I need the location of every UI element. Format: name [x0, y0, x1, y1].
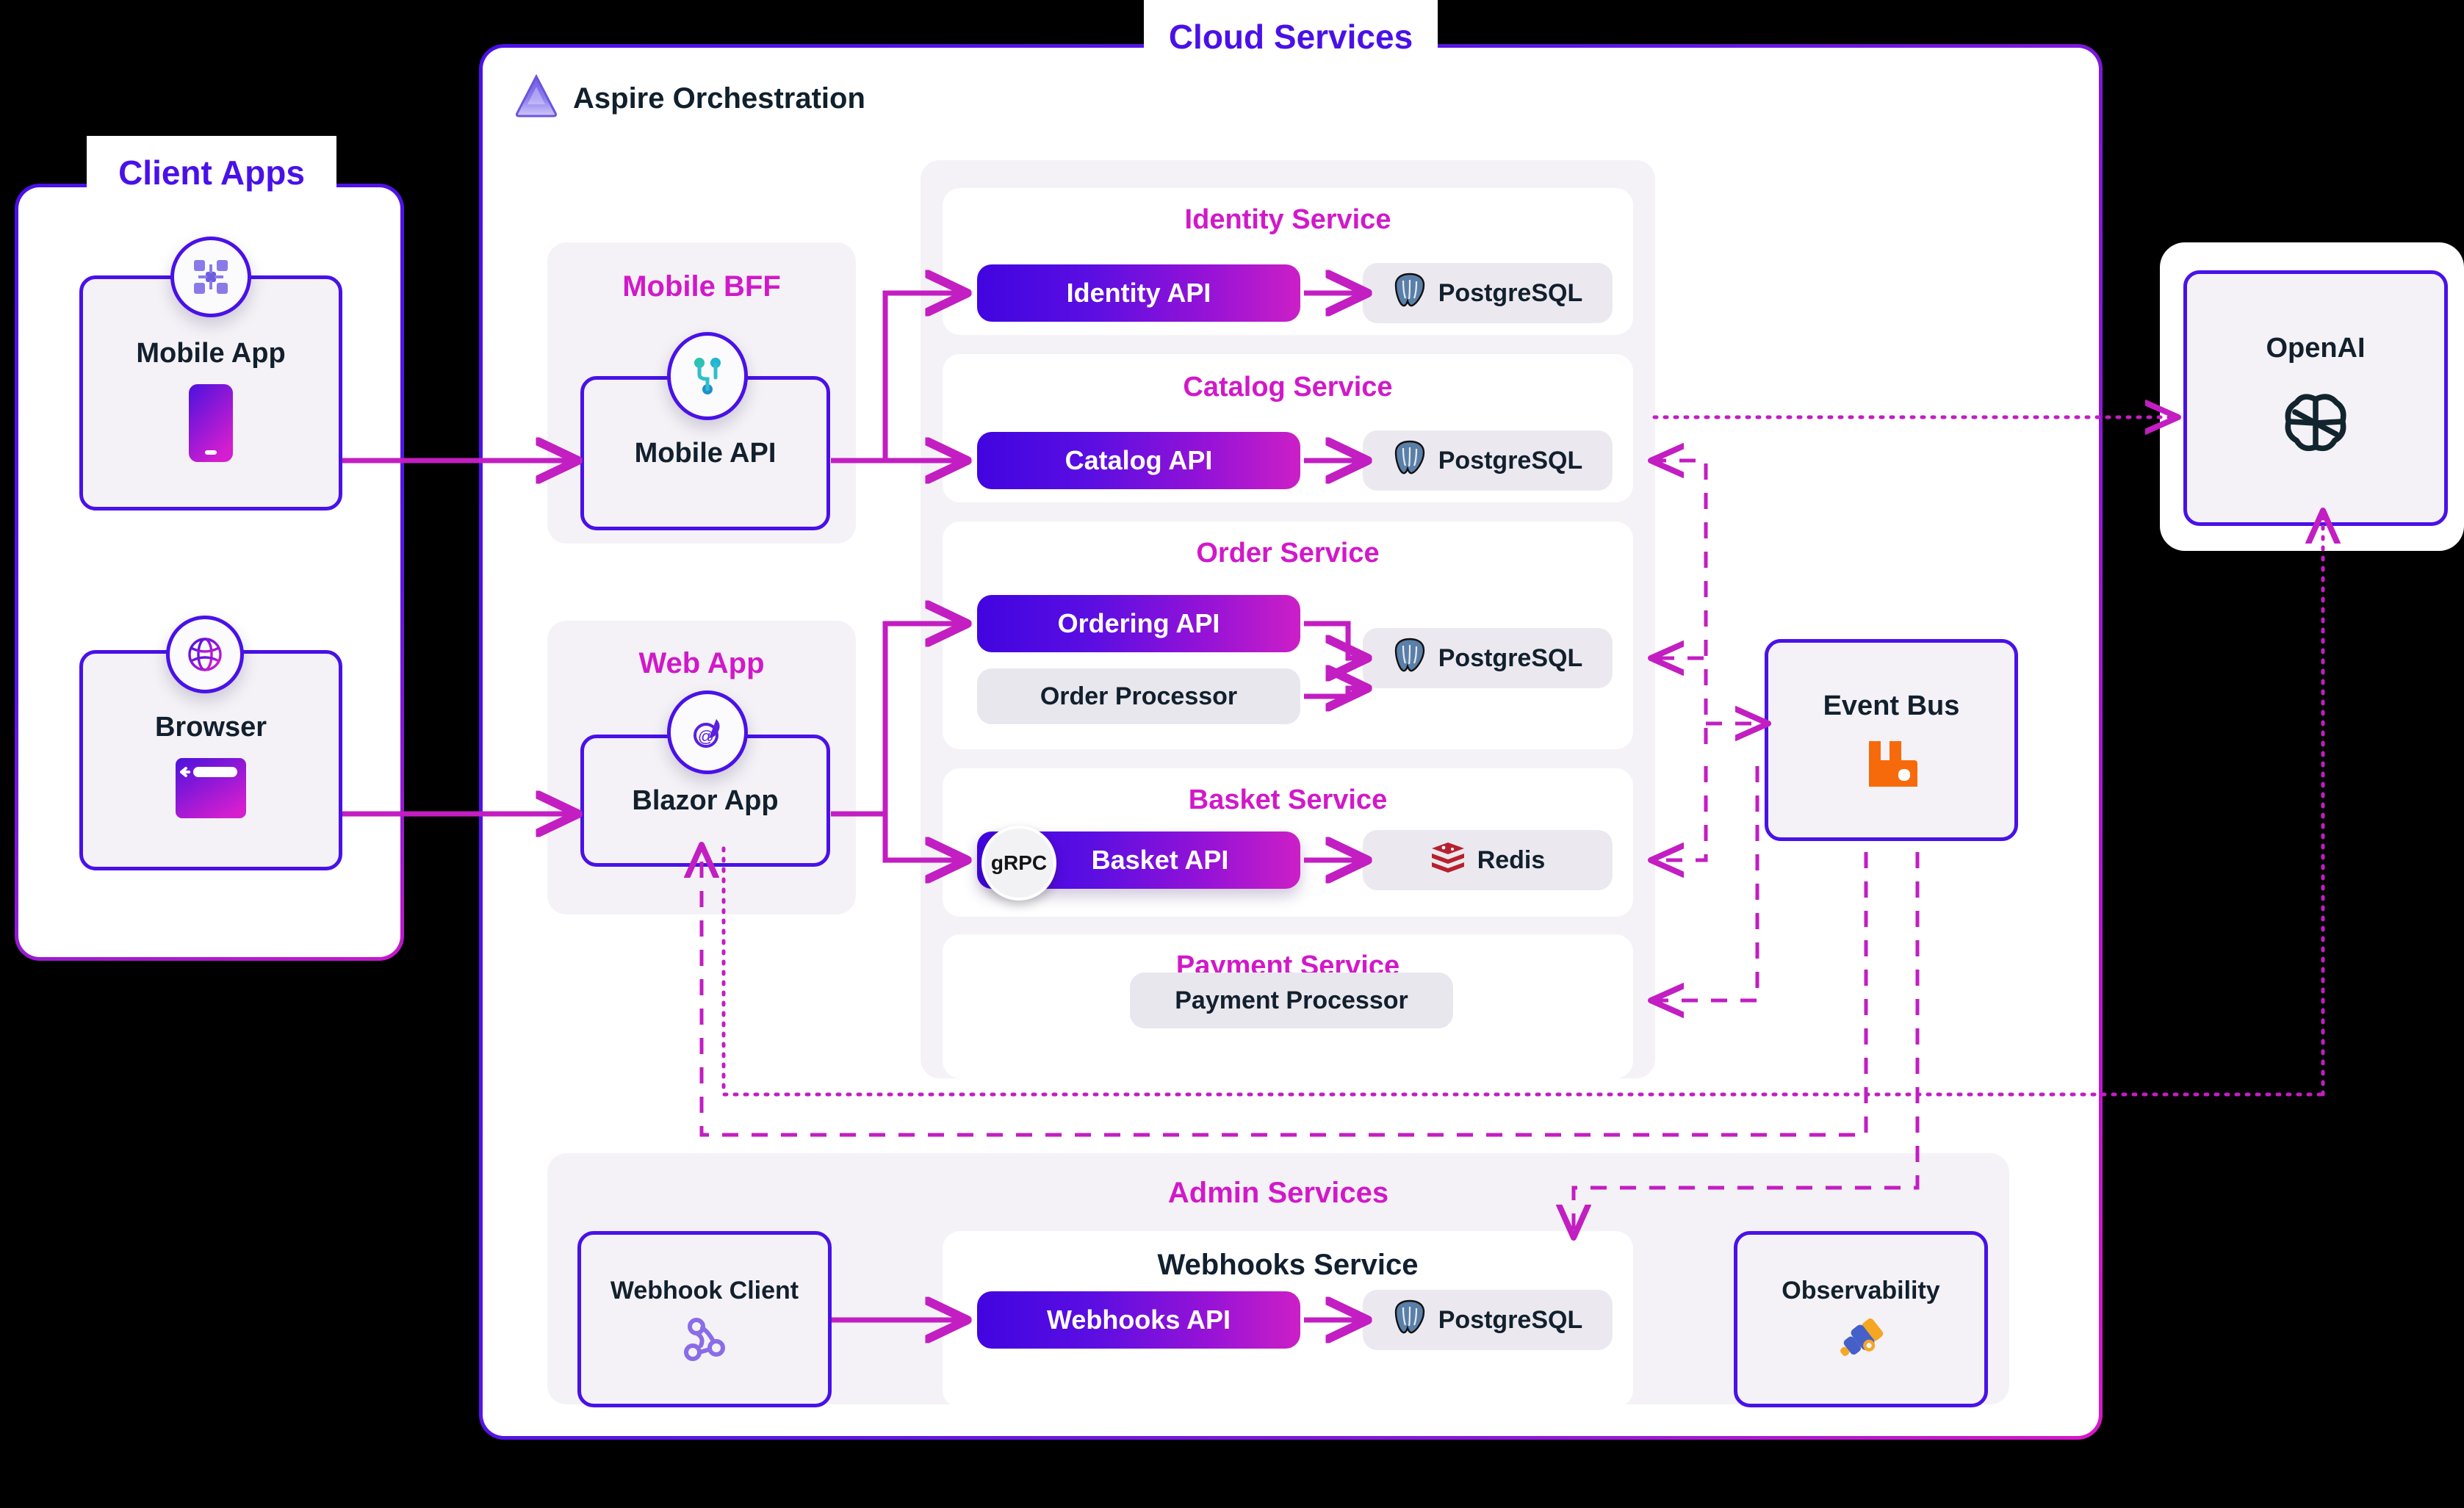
opentelemetry-icon	[1834, 1316, 1887, 1368]
mobile-phone-icon	[187, 383, 234, 467]
basket-service-title: Basket Service	[1188, 784, 1388, 815]
identity-api-label: Identity API	[1066, 278, 1211, 308]
identity-api-node[interactable]: Identity API	[977, 264, 1300, 322]
basket-store-node[interactable]: Redis	[1363, 830, 1613, 890]
postgresql-icon	[1393, 637, 1427, 680]
dotnet-maui-icon	[170, 237, 251, 317]
identity-service-title: Identity Service	[1184, 204, 1391, 235]
catalog-service-title: Catalog Service	[1183, 372, 1393, 403]
browser-label: Browser	[154, 712, 267, 743]
basket-api-label: Basket API	[1091, 845, 1229, 875]
openai-icon	[2276, 383, 2355, 466]
webhooks-service-title: Webhooks Service	[1157, 1249, 1419, 1281]
identity-store-node[interactable]: PostgreSQL	[1363, 263, 1613, 323]
aspire-triangle-icon	[513, 72, 560, 119]
catalog-store-label: PostgreSQL	[1438, 446, 1583, 475]
blazor-icon: @	[667, 690, 748, 774]
identity-store-label: PostgreSQL	[1438, 278, 1583, 307]
rabbitmq-icon	[1865, 738, 1919, 793]
event-bus-node[interactable]: Event Bus	[1765, 639, 2018, 841]
aspire-orchestration-label: Aspire Orchestration	[573, 82, 865, 115]
payment-processor-node[interactable]: Payment Processor	[1130, 973, 1453, 1028]
order-store-node[interactable]: PostgreSQL	[1363, 628, 1613, 688]
webhooks-store-node[interactable]: PostgreSQL	[1363, 1290, 1613, 1350]
globe-icon	[166, 616, 244, 693]
webhooks-api-node[interactable]: Webhooks API	[977, 1291, 1300, 1349]
basket-store-label: Redis	[1477, 845, 1546, 874]
svg-text:@: @	[698, 727, 714, 746]
grpc-label: gRPC	[990, 851, 1048, 874]
catalog-store-node[interactable]: PostgreSQL	[1363, 430, 1613, 491]
admin-services-title: Admin Services	[1167, 1177, 1389, 1209]
order-service-title: Order Service	[1196, 538, 1380, 569]
order-store-label: PostgreSQL	[1438, 643, 1583, 672]
webhook-client-label: Webhook Client	[610, 1277, 799, 1305]
grpc-icon: gRPC	[981, 826, 1056, 901]
redis-icon	[1430, 841, 1466, 880]
event-bus-label: Event Bus	[1823, 690, 1960, 721]
browser-window-icon	[174, 757, 248, 823]
mobile-app-label: Mobile App	[136, 338, 286, 369]
yarp-icon	[667, 332, 748, 420]
ordering-api-label: Ordering API	[1057, 608, 1220, 638]
postgresql-icon	[1393, 1299, 1427, 1342]
mobile-api-label: Mobile API	[634, 437, 777, 469]
mobile-bff-title: Mobile BFF	[622, 270, 781, 303]
web-app-title: Web App	[638, 647, 765, 679]
client-apps-title: Client Apps	[87, 136, 336, 209]
catalog-api-label: Catalog API	[1065, 445, 1213, 475]
order-processor-node[interactable]: Order Processor	[977, 668, 1300, 724]
postgresql-icon	[1393, 272, 1427, 315]
catalog-api-node[interactable]: Catalog API	[977, 432, 1300, 489]
webhooks-api-label: Webhooks API	[1046, 1305, 1231, 1335]
webhook-icon	[680, 1316, 729, 1368]
ordering-api-node[interactable]: Ordering API	[977, 595, 1300, 652]
blazor-app-label: Blazor App	[632, 784, 779, 816]
architecture-diagram: Cloud Services Aspire Orchestration Clie…	[0, 0, 2464, 1508]
postgresql-icon	[1393, 439, 1427, 483]
observability-node[interactable]: Observability	[1734, 1231, 1988, 1407]
observability-label: Observability	[1782, 1277, 1940, 1305]
payment-processor-label: Payment Processor	[1175, 986, 1408, 1014]
webhook-client-node[interactable]: Webhook Client	[577, 1231, 832, 1407]
cloud-services-title: Cloud Services	[1144, 0, 1438, 73]
openai-label: OpenAI	[2266, 333, 2366, 364]
openai-node[interactable]: OpenAI	[2183, 270, 2448, 526]
order-processor-label: Order Processor	[1040, 682, 1238, 710]
webhooks-store-label: PostgreSQL	[1438, 1305, 1583, 1334]
